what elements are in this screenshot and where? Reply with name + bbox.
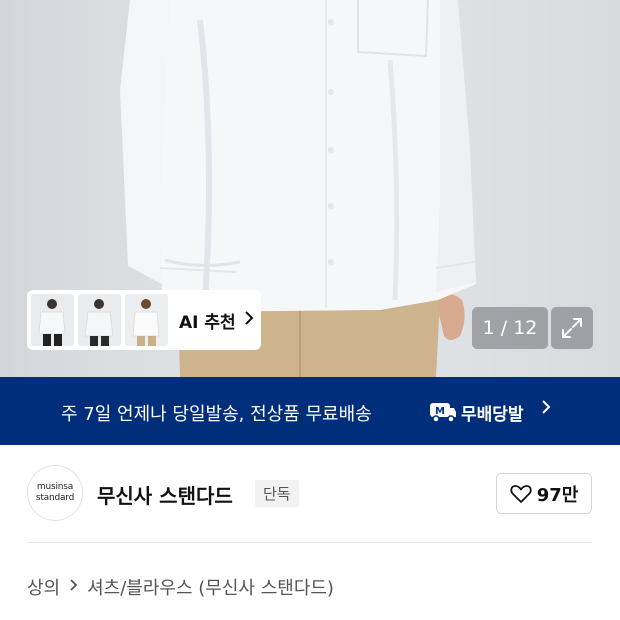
free-delivery-badge: M 무배당발 xyxy=(429,400,524,425)
heart-icon xyxy=(510,484,532,503)
ai-thumbnail xyxy=(31,294,74,346)
breadcrumb-subcategory[interactable]: 셔츠/블라우스 (무신사 스탠다드) xyxy=(87,574,334,600)
breadcrumb: 상의 셔츠/블라우스 (무신사 스탠다드) xyxy=(27,574,334,600)
like-count: 97만 xyxy=(536,484,579,506)
banner-text: 주 7일 언제나 당일발송, 전상품 무료배송 xyxy=(61,404,372,425)
delivery-truck-icon: M xyxy=(430,403,456,423)
ai-recommend-card[interactable]: AI 추천 xyxy=(27,290,261,350)
shipping-promo-banner[interactable]: 주 7일 언제나 당일발송, 전상품 무료배송 xyxy=(0,377,620,445)
breadcrumb-category[interactable]: 상의 xyxy=(27,574,60,600)
exclusive-badge: 단독 xyxy=(255,480,299,507)
image-page-counter: 1 / 12 xyxy=(472,307,548,349)
brand-logo[interactable]: musinsa standard xyxy=(27,465,83,521)
brand-logo-line: musinsa xyxy=(36,482,74,492)
ai-recommend-label: AI 추천 xyxy=(179,312,236,333)
brand-logo-line: standard xyxy=(35,493,75,503)
product-image-gallery[interactable]: AI 추천 1 / 12 xyxy=(0,0,620,377)
chevron-right-icon xyxy=(541,399,551,420)
ai-thumbnail xyxy=(78,294,121,346)
expand-icon xyxy=(562,318,582,338)
ai-thumbnail xyxy=(125,294,168,346)
brand-name-link[interactable]: 무신사 스탠다드 xyxy=(97,480,233,509)
chevron-right-icon xyxy=(244,310,254,331)
divider xyxy=(27,542,592,543)
expand-image-button[interactable] xyxy=(551,307,593,349)
like-button[interactable]: 97만 xyxy=(496,473,592,514)
chevron-right-icon xyxy=(69,577,78,597)
svg-text:M: M xyxy=(435,406,445,417)
badge-label: 무배당발 xyxy=(461,404,524,425)
